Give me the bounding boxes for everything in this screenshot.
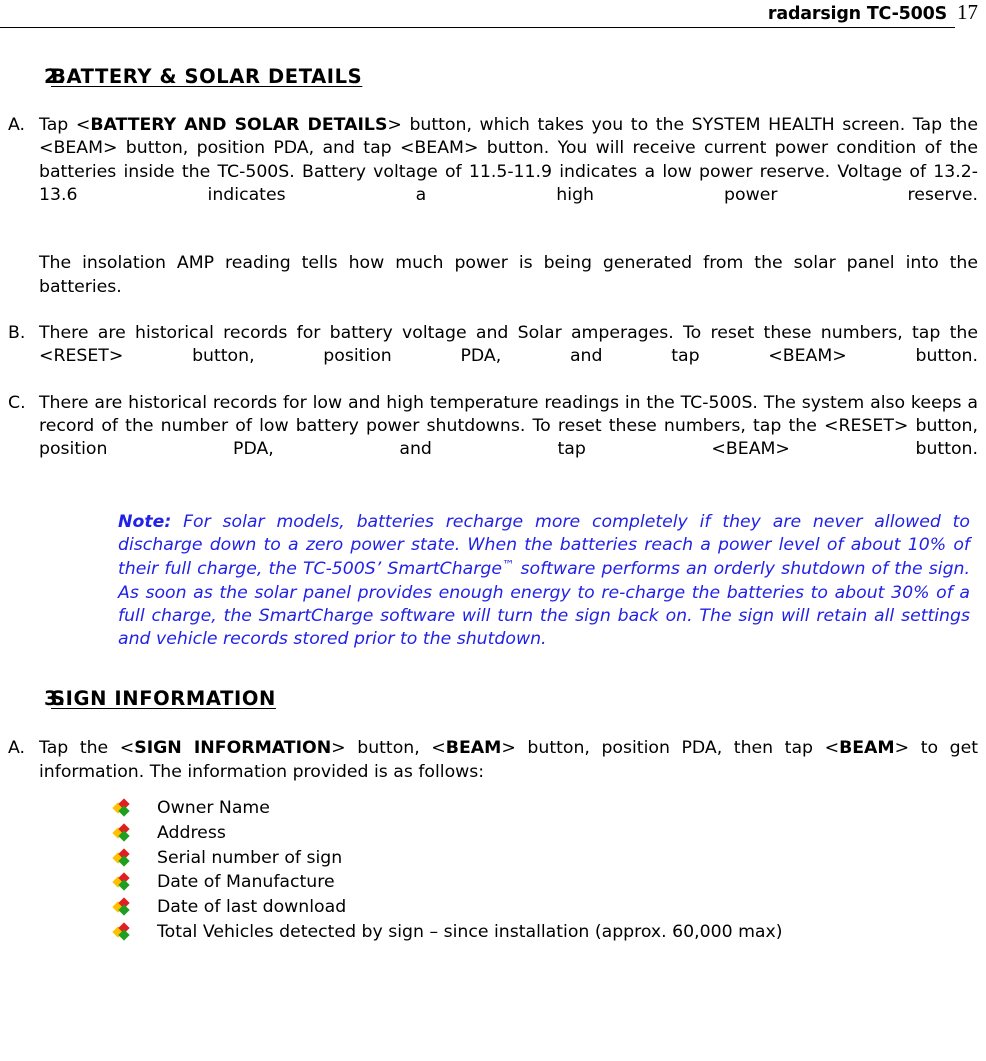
text-run: button, position PDA, then tap	[515, 738, 825, 759]
note-label: Note:	[118, 511, 172, 532]
trademark-symbol: ™	[501, 557, 515, 573]
list-item-body: Tap <BATTERY AND SOLAR DETAILS> button, …	[39, 114, 978, 322]
list-item: Date of Manufacture	[0, 872, 978, 893]
lettered-list-section-2: A. Tap <BATTERY AND SOLAR DETAILS> butto…	[0, 114, 978, 485]
list-item: Total Vehicles detected by sign – since …	[0, 921, 978, 942]
list-item: Serial number of sign	[0, 847, 978, 868]
page-header: radarsign TC-500S 17	[0, 0, 986, 40]
section-title: BATTERY & SOLAR DETAILS	[51, 65, 363, 88]
list-item: C. There are historical records for low …	[0, 392, 978, 485]
text-run-bold: SIGN INFORMATION	[134, 738, 332, 759]
list-item-marker: B.	[8, 323, 26, 343]
colorful-diamond-bullet-icon	[112, 897, 130, 916]
text-run: >	[894, 738, 910, 759]
bullet-list-sign-information: Owner Name Address Serial number of sign…	[0, 797, 978, 942]
text-run: button,	[345, 738, 432, 759]
section-number: 3.	[44, 687, 66, 711]
text-run: <	[431, 738, 446, 759]
bullet-cell	[0, 922, 157, 941]
colorful-diamond-bullet-icon	[112, 872, 130, 892]
list-item-body: There are historical records for low and…	[39, 392, 978, 485]
page-content: 2. BATTERY & SOLAR DETAILS A. Tap <BATTE…	[0, 65, 986, 941]
colorful-diamond-bullet-icon	[112, 798, 130, 817]
section-title: SIGN INFORMATION	[51, 687, 276, 711]
list-item-label: Address	[157, 822, 226, 843]
list-item-label: Date of Manufacture	[157, 872, 335, 893]
text-run-bold: BEAM	[839, 738, 895, 759]
section-heading-sign-information: 3. SIGN INFORMATION	[0, 687, 978, 710]
section-heading-battery-solar: 2. BATTERY & SOLAR DETAILS	[0, 65, 978, 88]
bullet-cell	[0, 823, 157, 842]
list-item-marker: C.	[8, 392, 26, 413]
colorful-diamond-bullet-icon	[112, 823, 130, 842]
text-run: <	[75, 115, 91, 135]
list-item: Owner Name	[0, 797, 978, 818]
colorful-diamond-bullet-icon	[112, 922, 130, 941]
colorful-diamond-bullet-icon	[112, 847, 130, 867]
list-item: Date of last download	[0, 897, 978, 918]
text-run-bold: BATTERY AND SOLAR DETAILS	[90, 115, 388, 135]
lettered-list-section-3: A. Tap the <SIGN INFORMATION> button, <B…	[0, 737, 978, 784]
bullet-cell	[0, 897, 157, 916]
paragraph: There are historical records for battery…	[39, 323, 978, 367]
list-item-marker: A.	[8, 115, 26, 135]
list-item: Address	[0, 822, 978, 843]
section-number: 2.	[44, 65, 66, 88]
header-divider	[0, 27, 955, 28]
paragraph: Tap the <SIGN INFORMATION> button, <BEAM…	[39, 737, 978, 784]
header-title: radarsign TC-500S	[767, 4, 947, 24]
list-item-label: Date of last download	[157, 897, 347, 918]
list-item: A. Tap <BATTERY AND SOLAR DETAILS> butto…	[0, 114, 978, 322]
list-item-label: Owner Name	[157, 797, 270, 818]
list-item: B. There are historical records for batt…	[0, 322, 978, 392]
text-run: >	[501, 738, 516, 759]
text-run: <	[119, 738, 135, 759]
list-item: A. Tap the <SIGN INFORMATION> button, <B…	[0, 737, 978, 784]
text-run: >	[331, 738, 346, 759]
text-run: Tap the	[39, 738, 120, 759]
list-item-marker: A.	[8, 738, 26, 759]
bullet-cell	[0, 798, 157, 817]
text-run-bold: BEAM	[445, 738, 502, 759]
paragraph: Tap <BATTERY AND SOLAR DETAILS> button, …	[39, 114, 978, 230]
list-item-body: There are historical records for battery…	[39, 322, 978, 392]
bullet-cell	[0, 872, 157, 892]
list-item-label: Serial number of sign	[157, 847, 343, 868]
document-page: radarsign TC-500S 17 2. BATTERY & SOLAR …	[0, 0, 986, 1061]
page-number: 17	[957, 0, 978, 24]
text-run: >	[387, 115, 402, 135]
list-item-label: Total Vehicles detected by sign – since …	[157, 921, 783, 942]
text-run: Tap	[39, 115, 76, 135]
paragraph: There are historical records for low and…	[39, 392, 978, 460]
text-run: <	[824, 738, 840, 759]
paragraph: The insolation AMP reading tells how muc…	[39, 253, 978, 297]
bullet-cell	[0, 847, 157, 867]
list-item-body: Tap the <SIGN INFORMATION> button, <BEAM…	[39, 737, 978, 784]
note-block: Note: For solar models, batteries rechar…	[118, 511, 970, 652]
